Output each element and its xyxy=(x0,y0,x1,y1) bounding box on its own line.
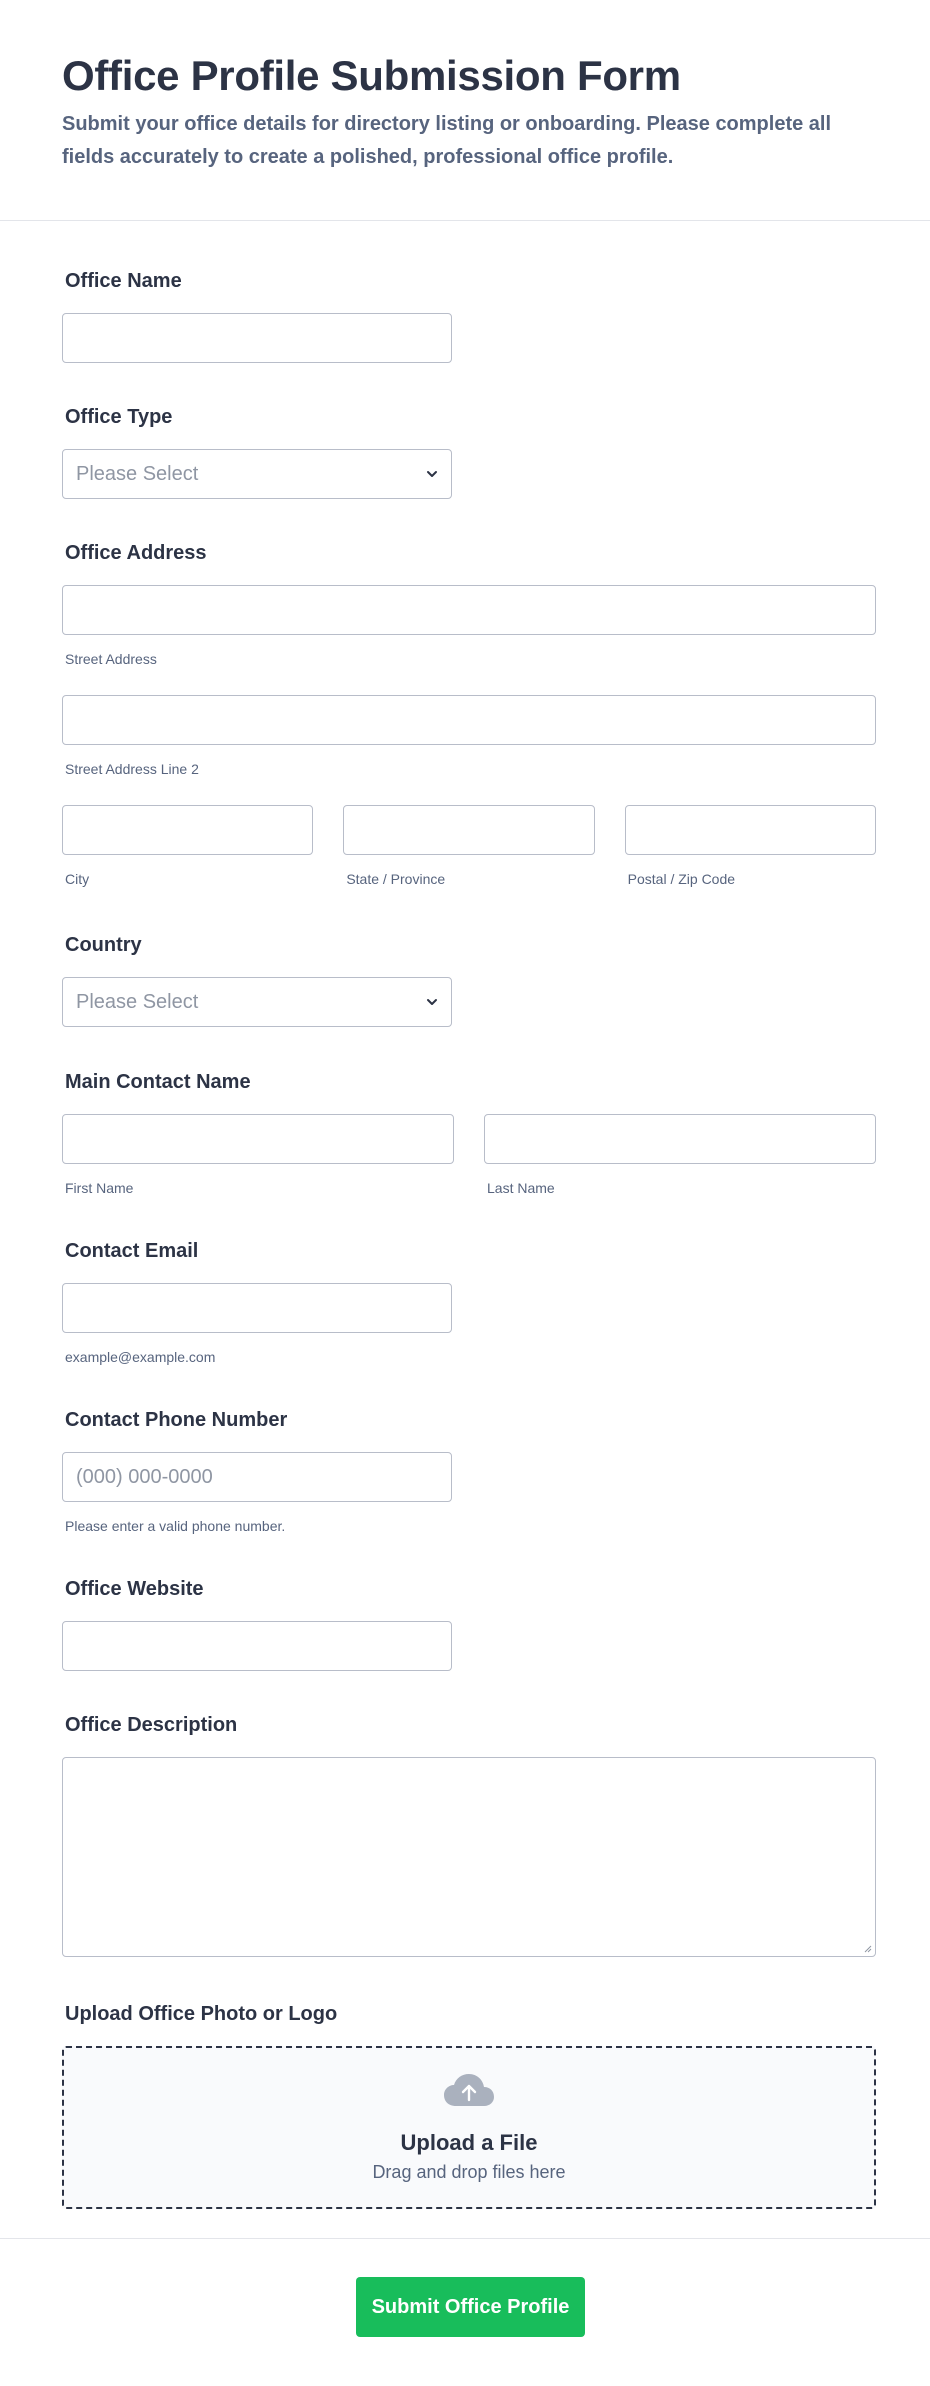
contact-phone-hint: Please enter a valid phone number. xyxy=(65,1518,286,1534)
form-card: Office Profile Submission Form Submit yo… xyxy=(0,0,930,2386)
office-type-label: Office Type xyxy=(65,406,173,428)
contact-phone-placeholder: (000) 000-0000 xyxy=(76,1466,213,1488)
contact-phone-label: Contact Phone Number xyxy=(65,1409,288,1431)
last-name-group: Last Name xyxy=(484,1114,876,1198)
chevron-down-icon xyxy=(427,471,437,477)
first-name-input[interactable] xyxy=(62,1114,454,1164)
office-name-input[interactable] xyxy=(62,313,452,363)
upload-title: Upload a File xyxy=(400,2130,538,2155)
office-name-field: Office Name xyxy=(62,270,876,363)
first-name-group: First Name xyxy=(62,1114,454,1198)
city-state-zip-row: City State / Province Postal / Zip Code xyxy=(62,805,876,889)
office-website-field: Office Website xyxy=(62,1578,876,1671)
chevron-down-icon xyxy=(427,999,437,1005)
cloud-upload-icon xyxy=(444,2074,494,2106)
office-type-field: Office Type Please Select xyxy=(62,406,876,499)
state-input[interactable] xyxy=(343,805,595,855)
office-address-field: Office Address Street Address Street Add… xyxy=(62,542,876,889)
office-description-field: Office Description xyxy=(62,1714,876,1957)
form-description: Submit your office details for directory… xyxy=(62,113,832,168)
office-type-select[interactable]: Please Select xyxy=(62,449,452,499)
street-address-line2-sublabel: Street Address Line 2 xyxy=(65,761,199,777)
contact-phone-field: Contact Phone Number (000) 000-0000 Plea… xyxy=(62,1409,876,1536)
postal-sublabel: Postal / Zip Code xyxy=(627,871,736,887)
country-field: Country Please Select xyxy=(62,934,876,1027)
last-name-input[interactable] xyxy=(484,1114,876,1164)
country-label: Country xyxy=(65,934,142,956)
contact-name-row: First Name Last Name xyxy=(62,1114,876,1198)
contact-name-field: Main Contact Name First Name Last Name xyxy=(62,1071,876,1198)
city-group: City xyxy=(62,805,314,889)
contact-email-label: Contact Email xyxy=(65,1240,199,1262)
office-website-input[interactable] xyxy=(62,1621,452,1671)
city-sublabel: City xyxy=(65,871,90,887)
office-website-label: Office Website xyxy=(65,1578,204,1600)
office-description-label: Office Description xyxy=(65,1714,238,1736)
contact-email-hint: example@example.com xyxy=(65,1349,216,1365)
form-header: Office Profile Submission Form Submit yo… xyxy=(0,0,930,221)
street-address-input[interactable] xyxy=(62,585,876,635)
postal-input[interactable] xyxy=(624,805,876,855)
upload-description: Drag and drop files here xyxy=(372,2162,566,2182)
upload-label: Upload Office Photo or Logo xyxy=(65,2003,338,2025)
submit-button[interactable]: Submit Office Profile xyxy=(356,2277,585,2337)
country-placeholder: Please Select xyxy=(76,991,199,1013)
contact-email-field: Contact Email example@example.com xyxy=(62,1240,876,1367)
contact-name-label: Main Contact Name xyxy=(65,1071,251,1093)
office-name-label: Office Name xyxy=(65,270,182,292)
first-name-sublabel: First Name xyxy=(65,1180,134,1196)
form-title: Office Profile Submission Form xyxy=(62,52,681,99)
city-input[interactable] xyxy=(62,805,314,855)
state-sublabel: State / Province xyxy=(346,871,446,887)
office-description-textarea[interactable] xyxy=(62,1757,876,1957)
country-select[interactable]: Please Select xyxy=(62,977,452,1027)
state-group: State / Province xyxy=(343,805,595,889)
office-type-placeholder: Please Select xyxy=(76,463,199,485)
contact-email-input[interactable] xyxy=(62,1283,452,1333)
upload-field: Upload Office Photo or Logo Upload a Fil… xyxy=(62,2003,876,2209)
postal-group: Postal / Zip Code xyxy=(624,805,876,889)
file-dropzone[interactable]: Upload a File Drag and drop files here xyxy=(62,2046,876,2209)
resize-handle-icon[interactable] xyxy=(862,1943,872,1953)
street-address-sublabel: Street Address xyxy=(65,651,157,667)
street-address-line2-input[interactable] xyxy=(62,695,876,745)
last-name-sublabel: Last Name xyxy=(487,1180,555,1196)
contact-phone-input[interactable]: (000) 000-0000 xyxy=(62,1452,452,1502)
footer-divider xyxy=(0,2238,930,2239)
office-address-label: Office Address xyxy=(65,542,207,564)
